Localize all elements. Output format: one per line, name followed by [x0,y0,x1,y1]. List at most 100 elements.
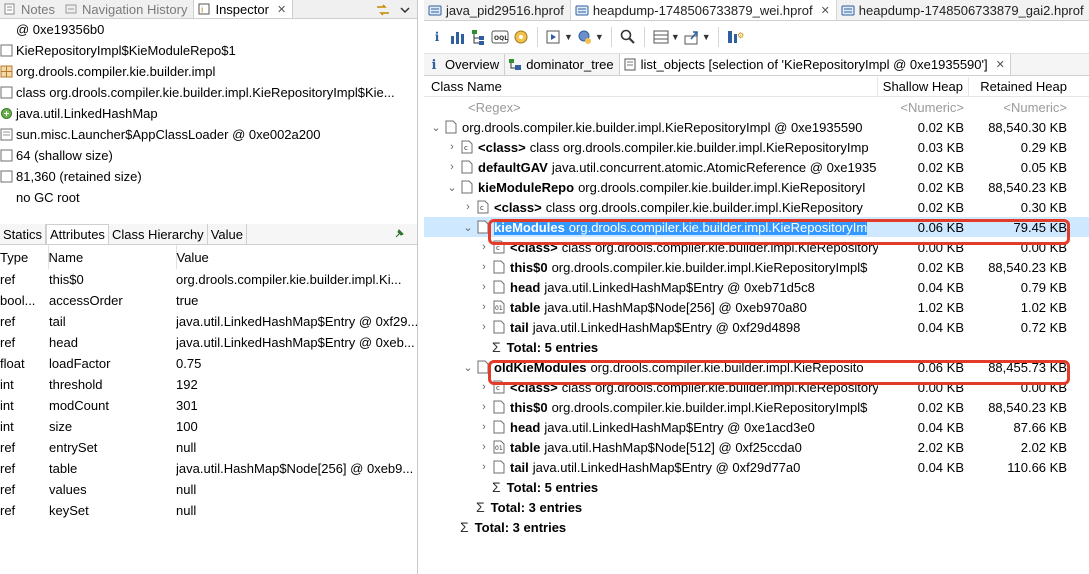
table-row[interactable]: › c <class> class org.drools.compiler.kie.b… [424,237,1089,257]
table-row[interactable]: ref table java.util.HashMap$Node[256] @ 0x… [0,458,417,479]
total-row[interactable]: Σ Total: 5 entries [424,477,1089,497]
collapse-toggle-icon[interactable]: › [476,381,492,393]
tab-inspector[interactable]: i Inspector ✕ [193,0,294,18]
tab-statics[interactable]: Statics [0,224,47,244]
collapse-toggle-icon[interactable]: › [476,241,492,253]
column-header-class-name[interactable]: Class Name [424,77,878,96]
expand-toggle-icon[interactable]: ⌄ [460,361,476,374]
column-header-retained-heap[interactable]: Retained Heap [969,77,1089,96]
chevron-down-icon[interactable]: ▼ [671,32,680,42]
table-row[interactable]: › 01 table java.util.HashMap$Node[256] @ 0x… [424,297,1089,317]
table-row[interactable]: › c <class> class org.drools.compiler.kie.b… [424,137,1089,157]
tab-label: heapdump-1748506733879_gai2.hprof [858,2,1084,18]
expand-toggle-icon[interactable]: ⌄ [444,181,460,194]
table-row[interactable]: › head java.util.LinkedHashMap$Entry @ 0xe… [424,277,1089,297]
collapse-toggle-icon[interactable]: › [476,261,492,273]
oql-icon[interactable]: OQL [491,28,509,46]
total-row[interactable]: Σ Total: 5 entries [424,337,1089,357]
collapse-toggle-icon[interactable]: › [460,201,476,213]
link-with-editor-icon[interactable] [375,3,391,17]
chevron-down-icon[interactable]: ▼ [702,32,711,42]
expand-toggle-icon[interactable]: ⌄ [428,121,444,134]
table-row[interactable]: ⌄ kieModules org.drools.compiler.kie.build… [424,217,1089,237]
table-row[interactable]: › head java.util.LinkedHashMap$Entry @ 0xe… [424,417,1089,437]
table-row[interactable]: int size 100 [0,416,417,437]
total-row[interactable]: Σ Total: 3 entries [424,497,1089,517]
tab-class-hierarchy[interactable]: Class Hierarchy [109,224,208,244]
table-row[interactable]: bool... accessOrder true [0,290,417,311]
tab-dominator-tree[interactable]: dominator_tree [505,54,620,75]
table-row[interactable]: › this$0 org.drools.compiler.kie.builder.i… [424,257,1089,277]
total-label: Total: 5 entries [506,479,599,495]
regex-filter-input[interactable]: <Regex> [424,97,878,117]
collapse-toggle-icon[interactable]: › [476,441,492,453]
collapse-toggle-icon[interactable]: › [476,321,492,333]
table-row[interactable]: ⌄ oldKieModules org.drools.compiler.kie.bu… [424,357,1089,377]
table-row[interactable]: ref keySet null [0,500,417,521]
view-menu-icon[interactable] [397,3,413,17]
table-row[interactable]: › 01 table java.util.HashMap$Node[512] @ 0x… [424,437,1089,457]
table-row[interactable]: › tail java.util.LinkedHashMap$Entry @ 0xf… [424,457,1089,477]
histogram-icon[interactable] [449,28,467,46]
tab-list-objects[interactable]: list_objects [selection of 'KieRepositor… [619,54,1011,75]
column-header-shallow-heap[interactable]: Shallow Heap [878,77,969,96]
group-by-icon[interactable] [652,28,670,46]
overview-info-icon[interactable]: i [428,28,446,46]
table-row[interactable]: int modCount 301 [0,395,417,416]
tab-file-heapdump-gai2[interactable]: heapdump-1748506733879_gai2.hprof [837,0,1089,20]
object-description: class org.drools.compiler.kie.builder.im… [545,199,863,215]
calculate-retained-icon[interactable]: ⚙ [726,28,744,46]
collapse-toggle-icon[interactable]: › [476,281,492,293]
table-row[interactable]: int threshold 192 [0,374,417,395]
close-icon[interactable]: ✕ [821,4,830,17]
shallow-heap-cell: 0.02 KB [917,119,964,135]
tab-value[interactable]: Value [208,224,247,244]
search-icon[interactable] [619,28,637,46]
retained-filter-input[interactable]: <Numeric> [969,97,1089,117]
table-row[interactable]: ref entrySet null [0,437,417,458]
collapse-toggle-icon[interactable]: › [476,421,492,433]
column-header-value[interactable]: Value [176,245,417,269]
close-icon[interactable]: ✕ [996,58,1005,71]
table-row[interactable]: float loadFactor 0.75 [0,353,417,374]
collapse-toggle-icon[interactable]: › [476,301,492,313]
collapse-toggle-icon[interactable]: › [444,161,460,173]
dominator-tree-icon[interactable] [470,28,488,46]
table-row[interactable]: ref values null [0,479,417,500]
shallow-filter-input[interactable]: <Numeric> [878,97,969,117]
collapse-toggle-icon[interactable]: › [444,141,460,153]
collapse-toggle-icon[interactable]: › [476,401,492,413]
tab-notes[interactable]: Notes [0,0,61,18]
table-row[interactable]: › c <class> class org.drools.compiler.kie.b… [424,377,1089,397]
tab-file-java-pid[interactable]: java_pid29516.hprof [424,0,571,20]
thread-overview-icon[interactable] [512,28,530,46]
collapse-toggle-icon[interactable]: › [476,461,492,473]
table-row[interactable]: ref head java.util.LinkedHashMap$Entry @ 0… [0,332,417,353]
column-header-type[interactable]: Type [0,245,49,269]
close-icon[interactable]: ✕ [277,3,286,16]
chevron-down-icon[interactable]: ▼ [564,32,573,42]
field-name: defaultGAV [478,159,548,175]
table-row[interactable]: ⌄ org.drools.compiler.kie.builder.impl.Ki… [424,117,1089,137]
tab-file-heapdump-wei[interactable]: heapdump-1748506733879_wei.hprof ✕ [570,0,837,20]
object-icon [477,360,489,374]
column-header-name[interactable]: Name [48,245,177,269]
table-row[interactable]: ref tail java.util.LinkedHashMap$Entry @ 0… [0,311,417,332]
chevron-down-icon[interactable]: ▼ [595,32,604,42]
tab-attributes[interactable]: Attributes [46,224,109,244]
table-row[interactable]: ⌄ kieModuleRepo org.drools.compiler.kie.bu… [424,177,1089,197]
export-icon[interactable] [683,28,701,46]
query-browser-icon[interactable] [576,28,594,46]
pin-icon[interactable] [394,229,404,239]
table-row[interactable]: › this$0 org.drools.compiler.kie.builder.i… [424,397,1089,417]
run-report-icon[interactable] [545,28,563,46]
table-row[interactable]: › tail java.util.LinkedHashMap$Entry @ 0xf… [424,317,1089,337]
table-row[interactable]: ref this$0 org.drools.compiler.kie.builder… [0,269,417,290]
attr-type: int [0,419,14,434]
tab-overview[interactable]: i Overview [424,54,506,75]
total-row[interactable]: Σ Total: 3 entries [424,517,1089,537]
tab-navigation-history[interactable]: Navigation History [61,0,194,18]
table-row[interactable]: › defaultGAV java.util.concurrent.atomic.A… [424,157,1089,177]
expand-toggle-icon[interactable]: ⌄ [460,221,476,234]
table-row[interactable]: › c <class> class org.drools.compiler.kie.b… [424,197,1089,217]
